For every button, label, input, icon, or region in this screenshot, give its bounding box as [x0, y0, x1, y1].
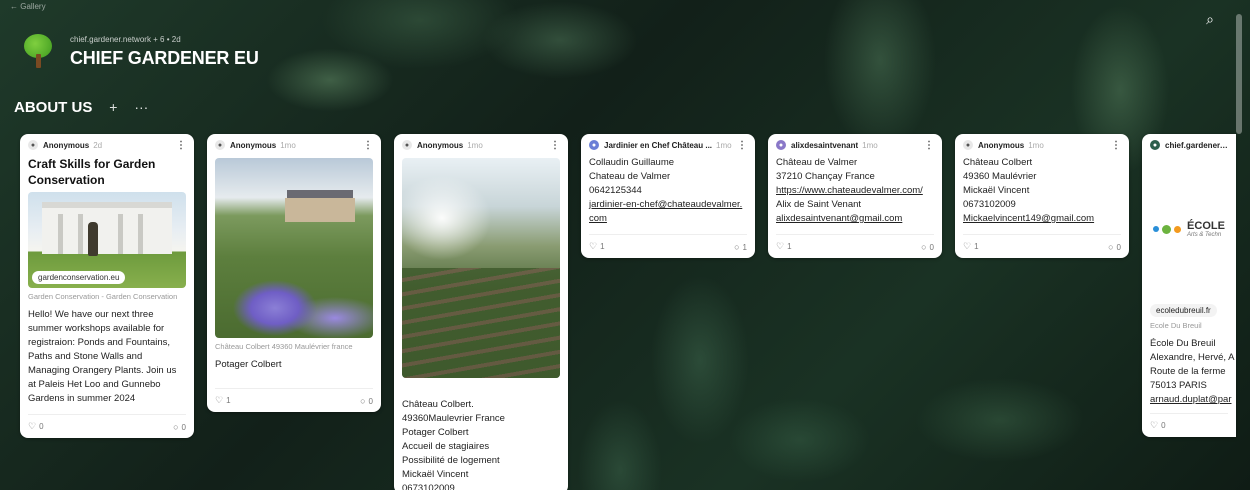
post-author: Anonymous: [978, 140, 1025, 150]
user-avatar-icon: ●: [589, 140, 599, 150]
post-menu-icon[interactable]: ⋮: [546, 140, 560, 151]
post-author: Anonymous: [417, 140, 464, 150]
link-caption: Garden Conservation - Garden Conservatio…: [28, 292, 178, 301]
link-chip[interactable]: ecoledubreuil.fr: [1150, 304, 1217, 317]
logo-subtext: Arts & Techn: [1187, 232, 1222, 238]
board-title: CHIEF GARDENER EU: [70, 48, 259, 68]
post-body: Potager Colbert: [215, 359, 282, 370]
post-body: Château Colbert 49360 Maulévrier Mickaël…: [963, 157, 1095, 224]
post-card[interactable]: ● Jardinier en Chef Château ... 1mo ⋮ Co…: [581, 134, 755, 258]
comment-button[interactable]: ○ 1: [734, 242, 747, 252]
post-age: 2d: [93, 140, 103, 150]
villa-photo[interactable]: gardenconservation.eu: [28, 192, 186, 288]
post-card[interactable]: ● Anonymous 1mo ⋮ Château Colbert 49360 …: [207, 134, 381, 412]
comment-button[interactable]: ○ 0: [173, 422, 186, 432]
post-card[interactable]: ● Anonymous 1mo ⋮ Château Colbert 49360 …: [955, 134, 1129, 258]
post-card[interactable]: ● alixdesaintvenant 1mo ⋮ Château de Val…: [768, 134, 942, 258]
comment-button[interactable]: ○ 0: [360, 396, 373, 406]
user-avatar-icon: ●: [776, 140, 786, 150]
post-author: Anonymous: [43, 140, 90, 150]
section-more-button[interactable]: ···: [130, 96, 152, 118]
post-menu-icon[interactable]: ⋮: [172, 140, 186, 151]
post-age: 1mo: [716, 140, 732, 150]
link-chip[interactable]: gardenconservation.eu: [32, 271, 126, 284]
board-meta: chief.gardener.network + 6 • 2d: [70, 35, 181, 44]
garden-photo[interactable]: [402, 158, 560, 378]
section-title[interactable]: ABOUT US: [10, 97, 96, 118]
board-header: chief.gardener.network + 6 • 2d CHIEF GA…: [20, 34, 259, 70]
post-menu-icon[interactable]: ⋮: [359, 140, 373, 151]
anonymous-icon: ●: [402, 140, 412, 150]
anonymous-icon: ●: [215, 140, 225, 150]
post-author: alixdesaintvenant: [791, 140, 859, 150]
comment-icon: ○: [921, 241, 927, 252]
like-button[interactable]: ♡ 1: [776, 241, 792, 252]
email-link[interactable]: alixdesaintvenant@gmail.com: [776, 213, 902, 224]
heart-icon: ♡: [963, 241, 972, 251]
post-age: 1mo: [467, 140, 483, 150]
comment-icon: ○: [734, 241, 740, 252]
logo-dots-icon: [1153, 224, 1182, 234]
post-author: Jardinier en Chef Château ...: [604, 140, 713, 150]
heart-icon: ♡: [1150, 420, 1159, 430]
heart-icon: ♡: [776, 241, 785, 251]
comment-button[interactable]: ○ 0: [921, 242, 934, 252]
post-card[interactable]: ● Anonymous 1mo ⋮ Château Colbert. 49360…: [394, 134, 568, 490]
post-body: École Du Breuil Alexandre, Hervé, A Rout…: [1150, 338, 1235, 405]
search-icon[interactable]: ⌕: [1196, 8, 1224, 30]
post-menu-icon[interactable]: ⋮: [920, 140, 934, 151]
post-age: 1mo: [1028, 140, 1044, 150]
ecole-logo[interactable]: ÉCOLE Arts & Techn: [1142, 154, 1236, 304]
like-button[interactable]: ♡ 0: [1150, 420, 1166, 431]
tree-avatar-icon: [20, 34, 56, 70]
post-body: Hello! We have our next three summer wor…: [28, 309, 177, 404]
scrollbar[interactable]: [1236, 14, 1242, 134]
comment-icon: ○: [1108, 241, 1114, 252]
email-link[interactable]: arnaud.duplat@par: [1150, 394, 1231, 405]
post-age: 1mo: [862, 140, 878, 150]
email-link[interactable]: Mickaelvincent149@gmail.com: [963, 213, 1094, 224]
like-button[interactable]: ♡ 1: [589, 241, 605, 252]
like-button[interactable]: ♡ 0: [28, 421, 44, 432]
post-author: chief.gardener.ne: [1165, 140, 1228, 150]
heart-icon: ♡: [215, 395, 224, 405]
photo-caption: Château Colbert 49360 Maulévrier france: [215, 342, 353, 351]
email-link[interactable]: jardinier-en-chef@chateaudevalmer.com: [589, 199, 742, 224]
website-link[interactable]: https://www.chateaudevalmer.com/: [776, 184, 934, 198]
add-post-button[interactable]: +: [102, 96, 124, 118]
post-card[interactable]: ● Anonymous 2d ⋮ Craft Skills for Garden…: [20, 134, 194, 438]
post-title: Craft Skills for Garden Conservation: [28, 157, 156, 187]
post-body: Château de Valmer 37210 Chançay France h…: [768, 154, 942, 226]
post-body: Château Colbert. 49360Maulevrier France …: [402, 399, 505, 490]
comment-button[interactable]: ○ 0: [1108, 242, 1121, 252]
post-card[interactable]: ● chief.gardener.ne ÉCOLE Arts & Techn e…: [1142, 134, 1236, 437]
comment-icon: ○: [173, 421, 179, 432]
post-age: 1mo: [280, 140, 296, 150]
link-caption: Ecole Du Breuil: [1150, 321, 1202, 330]
anonymous-icon: ●: [963, 140, 973, 150]
anonymous-icon: ●: [28, 140, 38, 150]
post-author: Anonymous: [230, 140, 277, 150]
post-menu-icon[interactable]: ⋮: [1107, 140, 1121, 151]
potager-photo[interactable]: [215, 158, 373, 338]
logo-text: ÉCOLE: [1187, 220, 1225, 232]
post-body: Collaudin Guillaume Chateau de Valmer 06…: [589, 157, 743, 224]
like-button[interactable]: ♡ 1: [215, 395, 231, 406]
comment-icon: ○: [360, 395, 366, 406]
post-menu-icon[interactable]: ⋮: [733, 140, 747, 151]
back-to-gallery-link[interactable]: ← Gallery: [10, 2, 46, 11]
section-header: ABOUT US + ···: [10, 96, 152, 118]
heart-icon: ♡: [589, 241, 598, 251]
like-button[interactable]: ♡ 1: [963, 241, 979, 252]
heart-icon: ♡: [28, 421, 37, 431]
user-avatar-icon: ●: [1150, 140, 1160, 150]
